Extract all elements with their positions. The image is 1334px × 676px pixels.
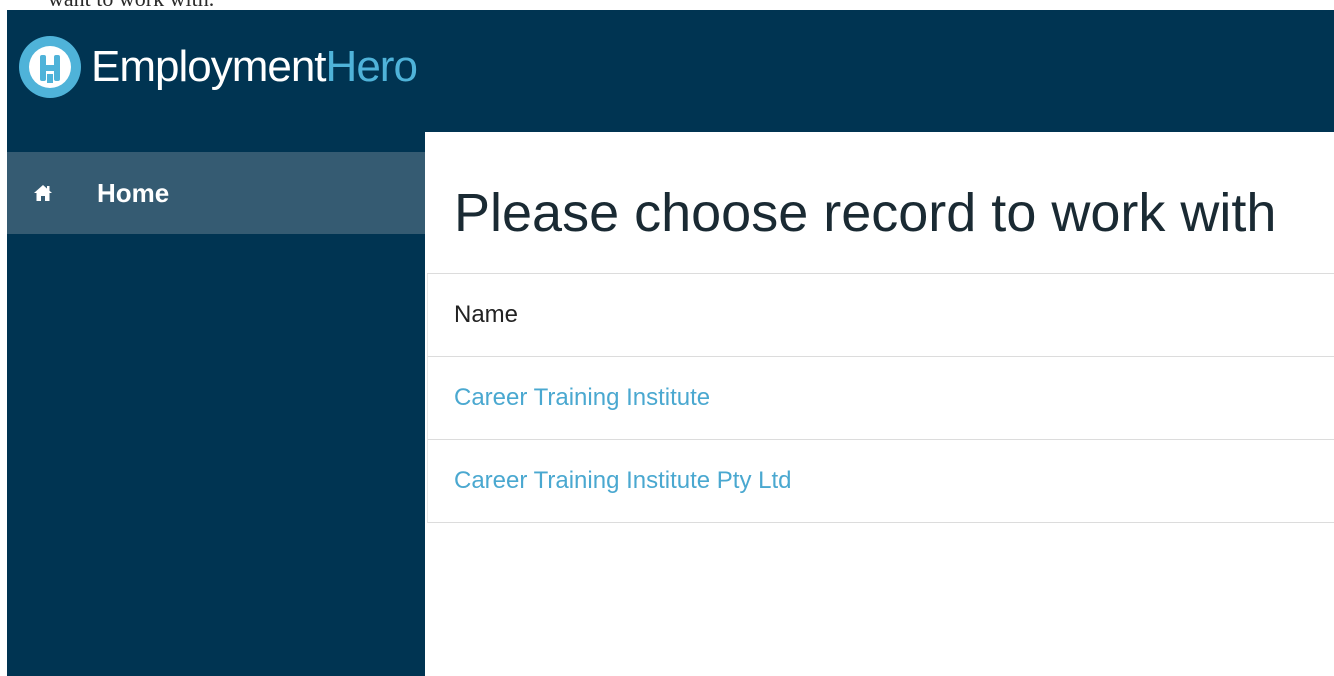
page: want to work with. EmploymentHero: [0, 0, 1334, 676]
home-icon: [34, 185, 52, 201]
page-title: Please choose record to work with: [454, 183, 1277, 243]
record-link[interactable]: Career Training Institute Pty Ltd: [454, 467, 792, 495]
table-row: Career Training Institute Pty Ltd: [427, 440, 1334, 523]
sidebar-item-label: Home: [97, 177, 170, 208]
brand-name-accent: Hero: [325, 42, 418, 91]
record-link[interactable]: Career Training Institute: [454, 384, 710, 412]
brand-name: EmploymentHero: [91, 42, 418, 91]
main-content: Please choose record to work with Name C…: [425, 132, 1334, 676]
sidebar: Home: [7, 152, 425, 234]
records-table: Name Career Training Institute Career Tr…: [427, 273, 1334, 523]
sidebar-item-home[interactable]: Home: [7, 152, 425, 234]
table-row: Career Training Institute: [427, 357, 1334, 440]
app-window: EmploymentHero Home Please choose record…: [7, 10, 1334, 676]
brand-name-primary: Employment: [91, 42, 327, 91]
brand[interactable]: EmploymentHero: [19, 32, 418, 102]
employment-hero-logo-icon: [19, 36, 81, 98]
column-header-name: Name: [454, 301, 519, 328]
table-header-row: Name: [427, 274, 1334, 357]
